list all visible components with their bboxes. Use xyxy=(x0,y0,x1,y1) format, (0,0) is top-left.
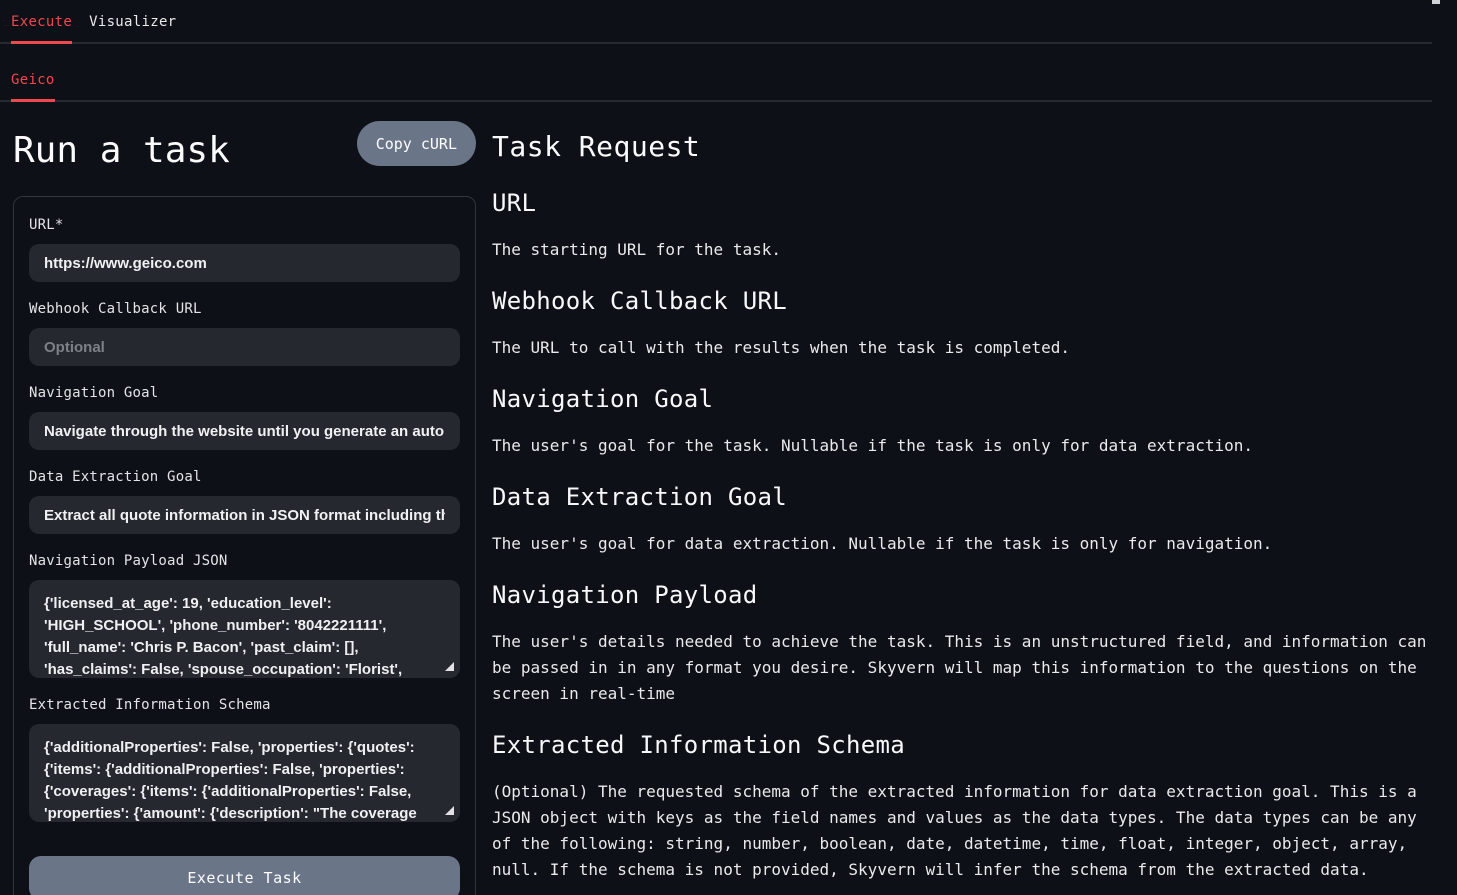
url-input[interactable] xyxy=(29,244,460,282)
extracted-schema-label: Extracted Information Schema xyxy=(29,696,460,714)
navigation-payload-textarea[interactable]: {'licensed_at_age': 19, 'education_level… xyxy=(29,580,460,678)
execute-task-button[interactable]: Execute Task xyxy=(29,856,460,895)
doc-body: The URL to call with the results when th… xyxy=(492,335,1437,361)
field-data-extraction-goal: Data Extraction Goal xyxy=(29,468,460,534)
copy-curl-button[interactable]: Copy cURL xyxy=(357,121,476,166)
scrollbar-thumb[interactable] xyxy=(1432,0,1440,4)
doc-heading: Data Extraction Goal xyxy=(492,483,1437,511)
tab-visualizer[interactable]: Visualizer xyxy=(89,0,176,42)
doc-heading: Navigation Payload xyxy=(492,581,1437,609)
doc-section-navigation-goal: Navigation Goal The user's goal for the … xyxy=(492,385,1437,459)
doc-body: (Optional) The requested schema of the e… xyxy=(492,779,1437,883)
sub-tab-bar: Geico xyxy=(0,44,1432,102)
webhook-label: Webhook Callback URL xyxy=(29,300,460,318)
doc-body: The user's goal for data extraction. Nul… xyxy=(492,531,1437,557)
task-form-card: URL* Webhook Callback URL Navigation Goa… xyxy=(13,196,476,895)
page-title: Run a task xyxy=(13,130,230,171)
task-request-docs: Task Request URL The starting URL for th… xyxy=(492,116,1437,883)
navigation-goal-label: Navigation Goal xyxy=(29,384,460,402)
resize-handle-icon[interactable] xyxy=(445,662,454,671)
field-extracted-schema: Extracted Information Schema {'additiona… xyxy=(29,696,460,822)
field-url: URL* xyxy=(29,216,460,282)
doc-body: The user's details needed to achieve the… xyxy=(492,629,1437,707)
field-webhook: Webhook Callback URL xyxy=(29,300,460,366)
doc-section-navigation-payload: Navigation Payload The user's details ne… xyxy=(492,581,1437,707)
doc-heading: Navigation Goal xyxy=(492,385,1437,413)
extracted-schema-textarea[interactable]: {'additionalProperties': False, 'propert… xyxy=(29,724,460,822)
run-task-panel: Run a task Copy cURL URL* Webhook Callba… xyxy=(13,116,476,895)
doc-body: The starting URL for the task. xyxy=(492,237,1437,263)
doc-heading: Extracted Information Schema xyxy=(492,731,1437,759)
top-tab-bar: Execute Visualizer xyxy=(0,0,1432,44)
field-navigation-payload: Navigation Payload JSON {'licensed_at_ag… xyxy=(29,552,460,678)
url-label: URL* xyxy=(29,216,460,234)
navigation-payload-label: Navigation Payload JSON xyxy=(29,552,460,570)
webhook-input[interactable] xyxy=(29,328,460,366)
tab-execute[interactable]: Execute xyxy=(11,0,72,42)
field-navigation-goal: Navigation Goal xyxy=(29,384,460,450)
doc-section-extracted-schema: Extracted Information Schema (Optional) … xyxy=(492,731,1437,883)
doc-heading: URL xyxy=(492,189,1437,217)
doc-section-webhook: Webhook Callback URL The URL to call wit… xyxy=(492,287,1437,361)
doc-section-data-extraction-goal: Data Extraction Goal The user's goal for… xyxy=(492,483,1437,557)
run-task-header: Run a task Copy cURL xyxy=(13,116,476,196)
navigation-goal-input[interactable] xyxy=(29,412,460,450)
resize-handle-icon[interactable] xyxy=(445,806,454,815)
doc-section-url: URL The starting URL for the task. xyxy=(492,189,1437,263)
app-window: Execute Visualizer Geico Run a task Copy… xyxy=(0,0,1457,895)
data-extraction-goal-label: Data Extraction Goal xyxy=(29,468,460,486)
tab-geico[interactable]: Geico xyxy=(11,44,55,100)
data-extraction-goal-input[interactable] xyxy=(29,496,460,534)
doc-title: Task Request xyxy=(492,129,1437,165)
doc-heading: Webhook Callback URL xyxy=(492,287,1437,315)
doc-body: The user's goal for the task. Nullable i… xyxy=(492,433,1437,459)
